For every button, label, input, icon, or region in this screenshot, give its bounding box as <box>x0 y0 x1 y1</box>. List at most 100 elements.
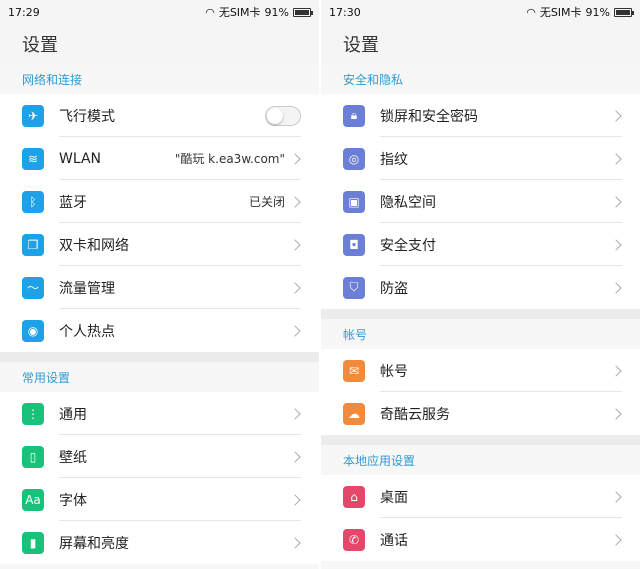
section-header-local-apps: 本地应用设置 <box>321 445 640 475</box>
font-icon: Aa <box>22 488 44 511</box>
page-title: 设置 <box>321 24 640 64</box>
section-header-network: 网络和连接 <box>0 64 319 94</box>
chevron-right-icon <box>289 324 301 337</box>
setting-general[interactable]: ⋮ 通用 <box>0 392 319 435</box>
status-battery-text: 91% <box>585 5 610 19</box>
setting-airplane-mode[interactable]: ✈ 飞行模式 <box>0 94 319 137</box>
setting-anti-theft[interactable]: ⛉ 防盗 <box>321 266 640 309</box>
airplane-icon: ✈ <box>22 104 44 127</box>
battery-icon <box>614 7 634 17</box>
home-icon: ⌂ <box>343 485 365 508</box>
bluetooth-value: 已关闭 <box>248 195 285 209</box>
setting-wlan[interactable]: ≋ WLAN "酷玩 k.ea3w.com" <box>0 137 319 180</box>
setting-secure-pay[interactable]: ◘ 安全支付 <box>321 223 640 266</box>
chevron-right-icon <box>610 109 622 122</box>
lock-icon: 🔒︎ <box>343 104 365 127</box>
setting-bluetooth[interactable]: ᛒ 蓝牙 已关闭 <box>0 180 319 223</box>
hotspot-icon: ◉ <box>22 319 44 342</box>
chevron-right-icon <box>610 281 622 294</box>
chevron-right-icon <box>610 195 622 208</box>
setting-label: 锁屏和安全密码 <box>380 108 478 125</box>
shield-icon: ⛉ <box>343 276 365 299</box>
bluetooth-icon: ᛒ <box>22 190 44 213</box>
setting-label: 隐私空间 <box>380 194 436 211</box>
chevron-right-icon <box>289 493 301 506</box>
phone-icon: ✆ <box>343 528 365 551</box>
setting-label: 通用 <box>59 406 87 423</box>
chevron-right-icon <box>610 238 622 251</box>
wlan-value: "酷玩 k.ea3w.com" <box>174 152 285 166</box>
setting-display[interactable]: ▮ 屏幕和亮度 <box>0 521 319 564</box>
status-time: 17:29 <box>8 5 40 19</box>
chevron-right-icon <box>610 407 622 420</box>
right-settings-screen: 17:30 ◠ 无SIM卡 91% 设置 安全和隐私 🔒︎ 锁屏和安全密码 ◎ … <box>321 0 640 569</box>
chevron-right-icon <box>289 195 301 208</box>
setting-desktop[interactable]: ⌂ 桌面 <box>321 475 640 518</box>
section-header-account: 帐号 <box>321 319 640 349</box>
setting-private-space[interactable]: ▣ 隐私空间 <box>321 180 640 223</box>
setting-label: 通话 <box>380 532 408 549</box>
private-space-icon: ▣ <box>343 190 365 213</box>
data-usage-icon: 〜 <box>22 276 44 299</box>
setting-cloud-service[interactable]: ☁ 奇酷云服务 <box>321 392 640 435</box>
status-bar: 17:30 ◠ 无SIM卡 91% <box>321 0 640 24</box>
setting-data-usage[interactable]: 〜 流量管理 <box>0 266 319 309</box>
chevron-right-icon <box>289 536 301 549</box>
secure-pay-icon: ◘ <box>343 233 365 256</box>
setting-label: 个人热点 <box>59 323 115 340</box>
chevron-right-icon <box>610 364 622 377</box>
wifi-signal-icon: ◠ <box>526 5 536 19</box>
wallpaper-icon: ▯ <box>22 445 44 468</box>
setting-hotspot[interactable]: ◉ 个人热点 <box>0 309 319 352</box>
cloud-icon: ☁ <box>343 402 365 425</box>
setting-label: 奇酷云服务 <box>380 406 450 423</box>
battery-icon <box>293 7 313 17</box>
sim-card-icon: ❐ <box>22 233 44 256</box>
left-settings-screen: 17:29 ◠ 无SIM卡 91% 设置 网络和连接 ✈ 飞行模式 ≋ WLAN… <box>0 0 319 569</box>
chevron-right-icon <box>289 281 301 294</box>
setting-fingerprint[interactable]: ◎ 指纹 <box>321 137 640 180</box>
section-divider <box>321 309 640 319</box>
airplane-mode-toggle[interactable] <box>265 105 301 126</box>
setting-label: 壁纸 <box>59 449 87 466</box>
setting-label: 字体 <box>59 492 87 509</box>
setting-label: 帐号 <box>380 363 408 380</box>
setting-label: 飞行模式 <box>59 108 115 125</box>
setting-label: 防盗 <box>380 280 408 297</box>
setting-label: 流量管理 <box>59 280 115 297</box>
setting-account[interactable]: ✉ 帐号 <box>321 349 640 392</box>
setting-label: 蓝牙 <box>59 194 87 211</box>
fingerprint-icon: ◎ <box>343 147 365 170</box>
setting-calls[interactable]: ✆ 通话 <box>321 518 640 561</box>
setting-font[interactable]: Aa 字体 <box>0 478 319 521</box>
phone-screen-icon: ▮ <box>22 531 44 554</box>
setting-lockscreen-password[interactable]: 🔒︎ 锁屏和安全密码 <box>321 94 640 137</box>
section-divider <box>0 352 319 362</box>
setting-label: 屏幕和亮度 <box>59 535 129 552</box>
chevron-right-icon <box>289 450 301 463</box>
setting-label: WLAN <box>59 150 102 167</box>
status-carrier: 无SIM卡 <box>218 6 261 19</box>
status-time: 17:30 <box>329 5 361 19</box>
mail-icon: ✉ <box>343 359 365 382</box>
wifi-signal-icon: ◠ <box>205 5 215 19</box>
section-header-common: 常用设置 <box>0 362 319 392</box>
setting-label: 桌面 <box>380 489 408 506</box>
status-carrier: 无SIM卡 <box>539 6 582 19</box>
page-title: 设置 <box>0 24 319 64</box>
setting-label: 安全支付 <box>380 237 436 254</box>
setting-dual-sim[interactable]: ❐ 双卡和网络 <box>0 223 319 266</box>
chevron-right-icon <box>289 152 301 165</box>
section-divider <box>321 435 640 445</box>
chevron-right-icon <box>289 407 301 420</box>
setting-label: 指纹 <box>380 151 408 168</box>
chevron-right-icon <box>289 238 301 251</box>
section-header-security: 安全和隐私 <box>321 64 640 94</box>
setting-wallpaper[interactable]: ▯ 壁纸 <box>0 435 319 478</box>
setting-label: 双卡和网络 <box>59 237 129 254</box>
wifi-icon: ≋ <box>22 147 44 170</box>
chevron-right-icon <box>610 533 622 546</box>
chevron-right-icon <box>610 490 622 503</box>
status-bar: 17:29 ◠ 无SIM卡 91% <box>0 0 319 24</box>
menu-dots-icon: ⋮ <box>22 402 44 425</box>
